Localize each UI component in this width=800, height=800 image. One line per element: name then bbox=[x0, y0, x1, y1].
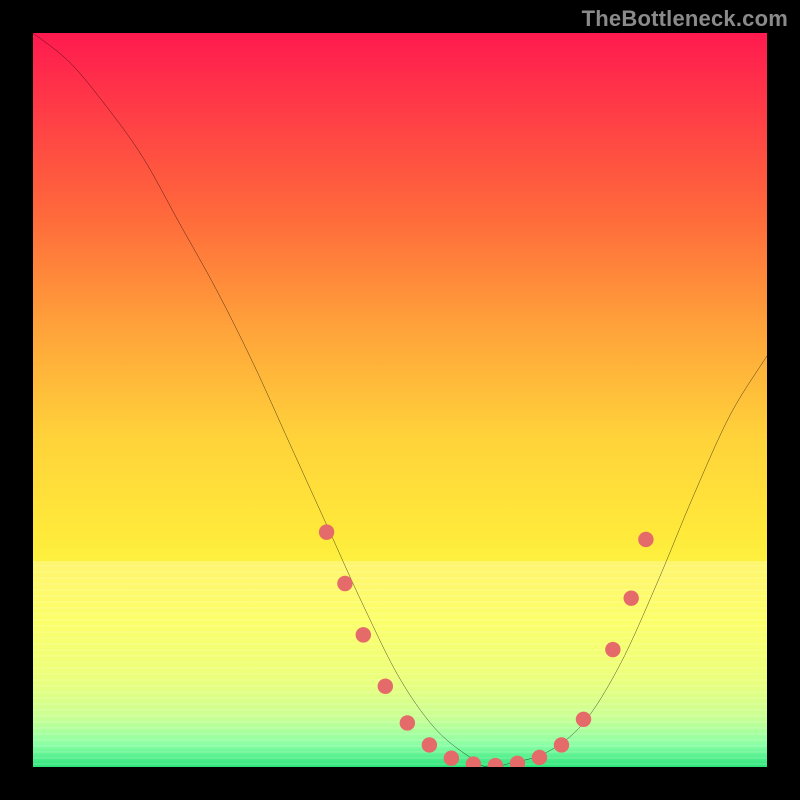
chart-stage: TheBottleneck.com bbox=[0, 0, 800, 800]
marker-dot bbox=[444, 750, 459, 765]
marker-dot bbox=[532, 750, 547, 765]
marker-dot bbox=[638, 532, 653, 547]
bottleneck-curve bbox=[33, 33, 767, 767]
curve-layer bbox=[33, 33, 767, 767]
marker-dot bbox=[400, 715, 415, 730]
marker-dot bbox=[624, 590, 639, 605]
marker-dot bbox=[554, 737, 569, 752]
marker-dot bbox=[319, 524, 334, 539]
marker-dot bbox=[576, 712, 591, 727]
marker-dot bbox=[337, 576, 352, 591]
marker-dot bbox=[422, 737, 437, 752]
marker-dot bbox=[510, 756, 525, 767]
marker-dot bbox=[378, 679, 393, 694]
marker-dot bbox=[466, 756, 481, 767]
marker-dot bbox=[488, 758, 503, 767]
marker-dot bbox=[605, 642, 620, 657]
plot-area bbox=[33, 33, 767, 767]
watermark-text: TheBottleneck.com bbox=[582, 6, 788, 32]
marker-layer bbox=[319, 524, 654, 767]
marker-dot bbox=[356, 627, 371, 642]
